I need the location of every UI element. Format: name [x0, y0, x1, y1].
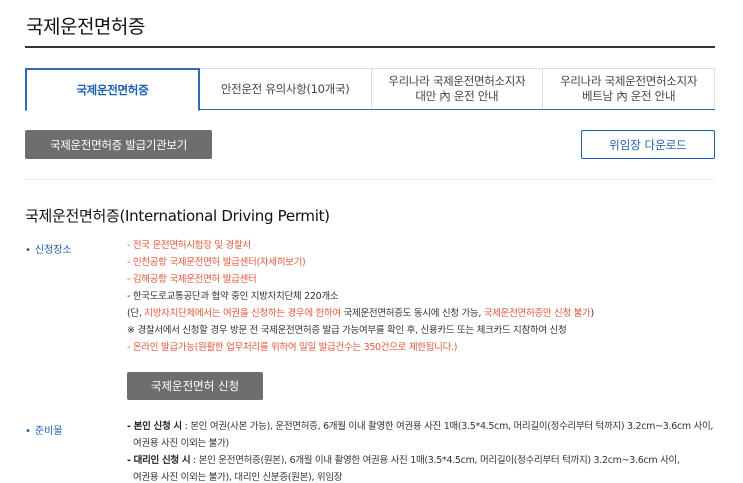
tab-taiwan-guide[interactable]: 우리나라 국제운전면허소지자 대만 內 운전 안내: [371, 68, 544, 109]
tab-label-line1: 우리나라 국제운전면허소지자: [388, 74, 526, 88]
prep-label: 준비물: [25, 422, 63, 437]
section-title: 국제운전면허증(International Driving Permit): [25, 207, 330, 225]
self-apply-item: - 본인 신청 시 : 본인 여권(사본 가능), 운전면허증, 6개월 이내 …: [127, 421, 714, 432]
self-apply-item-cont: 여권용 사진 이외는 불가): [133, 438, 229, 449]
location-list: - 전국 운전면허시험장 및 경찰서 - 인천공항 국제운전면허 발급센터(자세…: [127, 237, 594, 356]
incheon-airport-link[interactable]: - 인천공항 국제운전면허 발급센터(자세히보기): [127, 254, 594, 271]
tab-label-line1: 우리나라 국제운전면허소지자: [560, 74, 698, 88]
location-item: - 전국 운전면허시험장 및 경찰서: [127, 240, 251, 251]
police-note: ※ 경찰서에서 신청할 경우 방문 전 국제운전면허증 발급 가능여부를 확인 …: [127, 325, 567, 336]
page-title: 국제운전면허증: [26, 16, 145, 38]
title-divider: [25, 46, 715, 48]
view-issuers-button[interactable]: 국제운전면허증 발급기관보기: [25, 130, 212, 159]
tab-international-license[interactable]: 국제운전면허증: [25, 68, 200, 111]
prep-list: - 본인 신청 시 : 본인 여권(사본 가능), 운전면허증, 6개월 이내 …: [127, 418, 713, 483]
apply-button[interactable]: 국제운전면허 신청: [127, 372, 263, 400]
tab-safety-guide[interactable]: 안전운전 유의사항(10개국): [199, 68, 372, 109]
tab-vietnam-guide[interactable]: 우리나라 국제운전면허소지자 베트남 內 운전 안내: [543, 68, 715, 109]
tab-label: 안전운전 유의사항(10개국): [220, 81, 350, 96]
tab-label: 국제운전면허증: [76, 82, 149, 97]
tab-label-line2: 대만 內 운전 안내: [415, 89, 499, 103]
proxy-apply-item: - 대리인 신청 시 : 본인 운전면허증(원본), 6개월 이내 촬영한 여권…: [127, 455, 680, 466]
proxy-apply-item-cont: 여권용 사진 이외는 불가), 대리인 신분증(원본), 위임장: [133, 472, 343, 483]
tab-label-line2: 베트남 內 운전 안내: [582, 89, 676, 103]
location-item: - 김해공항 국제운전면허 발급센터: [127, 274, 257, 285]
location-label: 신청장소: [25, 241, 72, 256]
location-note: (단, 지방자치단체에서는 여권을 신청하는 경우에 한하여 국제운전면허증도 …: [127, 308, 594, 319]
online-note: - 온라인 발급가능(원활한 업무처리를 위하여 일일 발급건수는 350건으로…: [127, 342, 458, 353]
download-power-of-attorney-button[interactable]: 위임장 다운로드: [581, 130, 715, 159]
tab-bar: 국제운전면허증 안전운전 유의사항(10개국) 우리나라 국제운전면허소지자 대…: [25, 68, 715, 111]
section-divider: [25, 179, 715, 180]
location-item: - 한국도로교통공단과 협약 중인 지방자치단체 220개소: [127, 291, 339, 302]
